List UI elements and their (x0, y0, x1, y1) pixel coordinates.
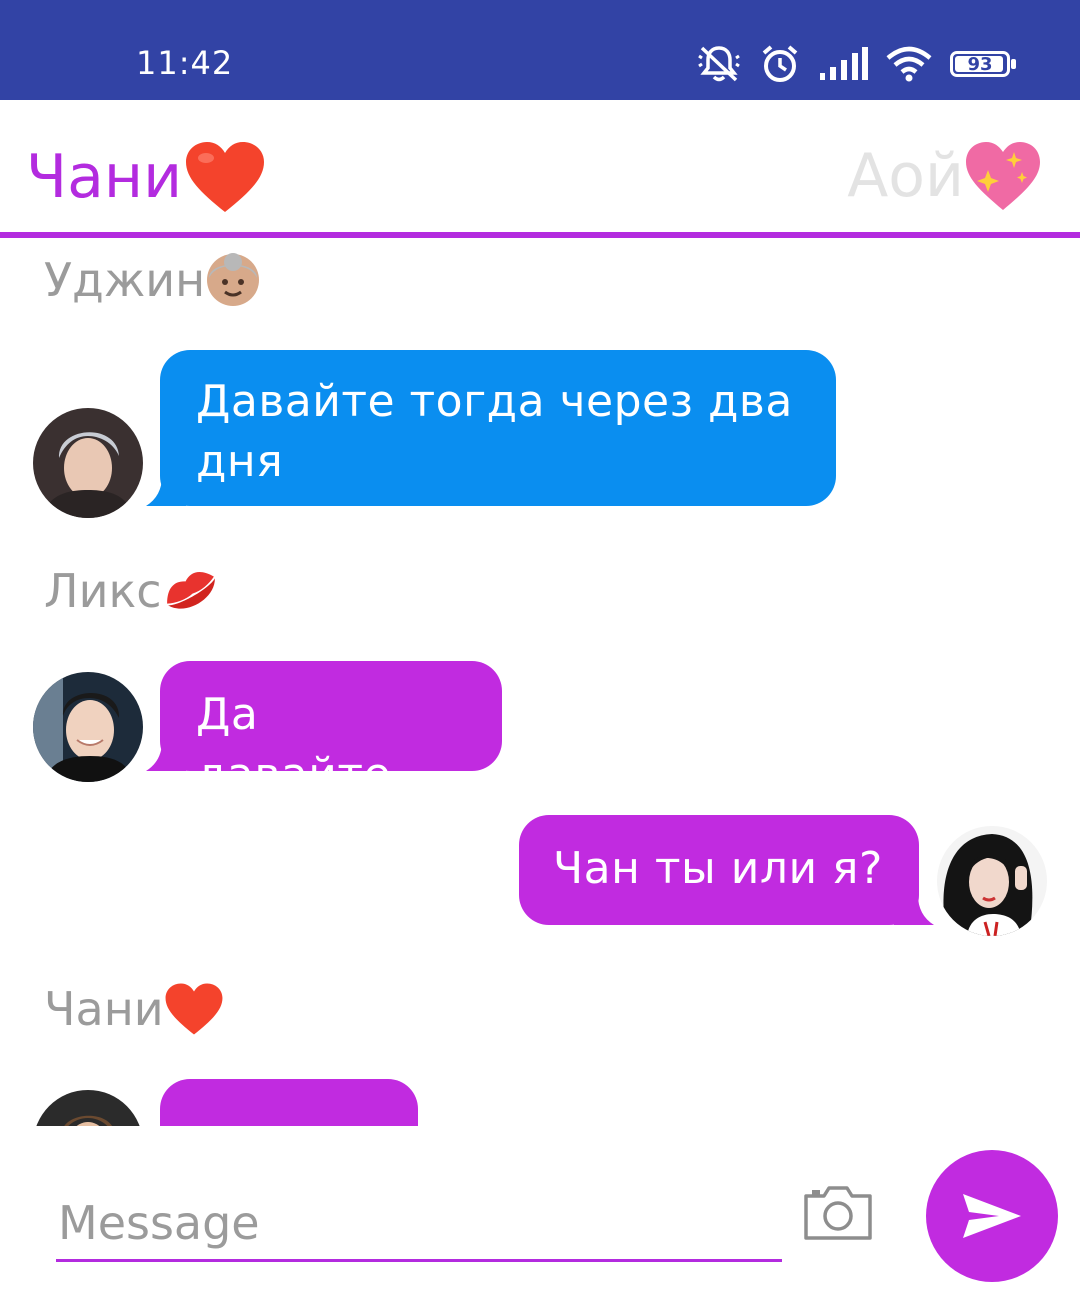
message-bubble[interactable] (160, 1079, 418, 1126)
bubble-tail (894, 895, 934, 925)
message-text: Чан ты или я? (553, 843, 883, 894)
avatar[interactable] (33, 672, 143, 782)
status-icons: 93 (696, 40, 1016, 88)
sender-label: Уджин (44, 253, 206, 307)
sender-label: Чани (44, 982, 164, 1036)
older-person-emoji (207, 253, 260, 306)
bubble-tail (146, 476, 186, 506)
send-button[interactable] (926, 1150, 1058, 1282)
message-bubble[interactable]: Чан ты или я? (519, 815, 919, 925)
chat-list[interactable]: Уджин Давайте тогда через два дня Ликс Д… (0, 238, 1080, 1126)
sender-name: Чани (44, 982, 224, 1036)
sender-name: Ликс (44, 564, 220, 618)
wifi-icon (886, 46, 932, 82)
tab-chani[interactable]: Чани (26, 140, 266, 214)
sparkling-heart-emoji (966, 142, 1040, 210)
camera-icon[interactable] (802, 1184, 874, 1242)
signal-icon (820, 47, 868, 80)
message-text: Давайте тогда через два дня (196, 376, 793, 487)
sender-name: Уджин (44, 252, 261, 308)
message-text: Да давайте (196, 689, 392, 800)
avatar[interactable] (937, 826, 1047, 936)
status-bar: 11:42 93 (0, 0, 1080, 100)
muted-bell-icon (698, 46, 740, 82)
red-heart-emoji (186, 142, 265, 212)
message-bubble[interactable]: Давайте тогда через два дня (160, 350, 836, 506)
send-icon (963, 1194, 1021, 1238)
bubble-tail (146, 741, 186, 771)
avatar[interactable] (33, 408, 143, 518)
avatar[interactable] (33, 1090, 143, 1126)
message-bubble[interactable]: Да давайте (160, 661, 502, 800)
alarm-icon (762, 45, 798, 82)
tab-chani-label: Чани (26, 142, 183, 212)
message-input[interactable] (56, 1186, 782, 1262)
chat-header: Чани Аой (0, 100, 1080, 234)
kiss-mark-emoji (166, 572, 215, 609)
composer (0, 1126, 1080, 1304)
battery-icon: 93 (950, 51, 1016, 77)
status-time: 11:42 (136, 44, 234, 82)
sender-label: Ликс (44, 564, 162, 618)
red-heart-emoji (165, 983, 223, 1035)
tab-aoi-label: Аой (847, 141, 964, 211)
tab-aoi[interactable]: Аой (847, 140, 1042, 212)
battery-level: 93 (967, 53, 993, 75)
